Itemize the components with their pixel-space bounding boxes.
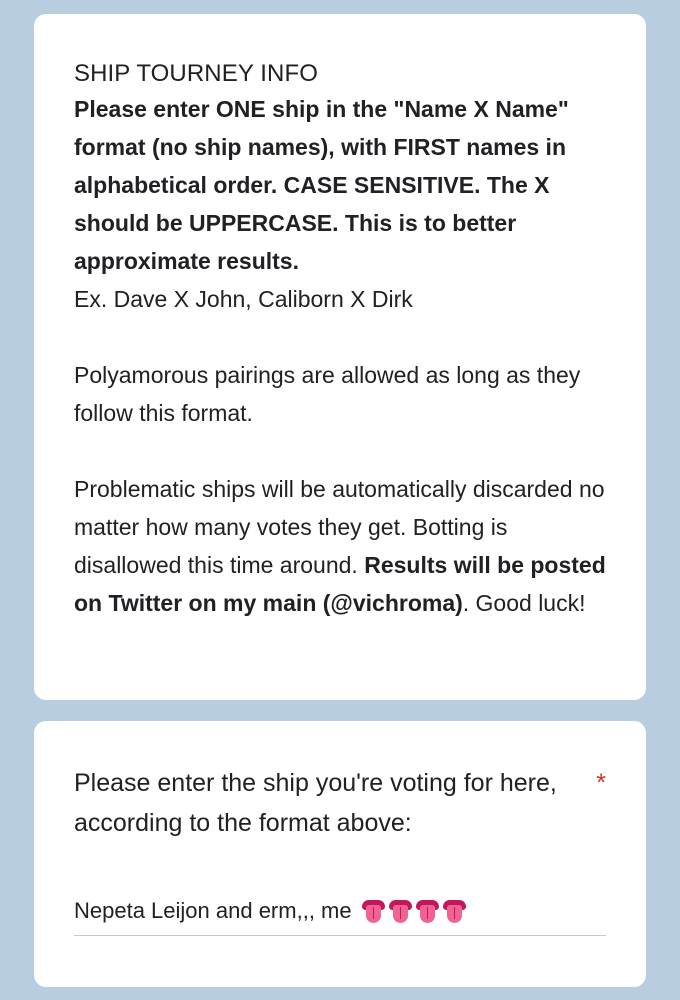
info-card: SHIP TOURNEY INFO Please enter ONE ship … <box>34 14 646 700</box>
poly-note: Polyamorous pairings are allowed as long… <box>74 362 581 426</box>
tongue-icon <box>442 898 466 924</box>
tongue-icon <box>361 898 385 924</box>
answer-value: Nepeta Leijon and erm,,, me <box>74 898 352 923</box>
answer-input[interactable]: Nepeta Leijon and erm,,, me <box>74 895 606 936</box>
example-text: Ex. Dave X John, Caliborn X Dirk <box>74 286 413 312</box>
question-header: Please enter the ship you're voting for … <box>74 763 606 843</box>
section-title: SHIP TOURNEY INFO <box>74 60 318 87</box>
emoji-group <box>361 898 466 924</box>
rules-paragraph: Problematic ships will be automatically … <box>74 470 606 622</box>
required-asterisk: * <box>596 769 606 797</box>
format-instructions: Please enter ONE ship in the "Name X Nam… <box>74 96 569 274</box>
section-description: Please enter ONE ship in the "Name X Nam… <box>74 90 606 622</box>
question-card: Please enter the ship you're voting for … <box>34 721 646 987</box>
question-title: Please enter the ship you're voting for … <box>74 769 557 837</box>
tongue-icon <box>415 898 439 924</box>
tongue-icon <box>388 898 412 924</box>
good-luck-text: . Good luck! <box>462 590 586 616</box>
